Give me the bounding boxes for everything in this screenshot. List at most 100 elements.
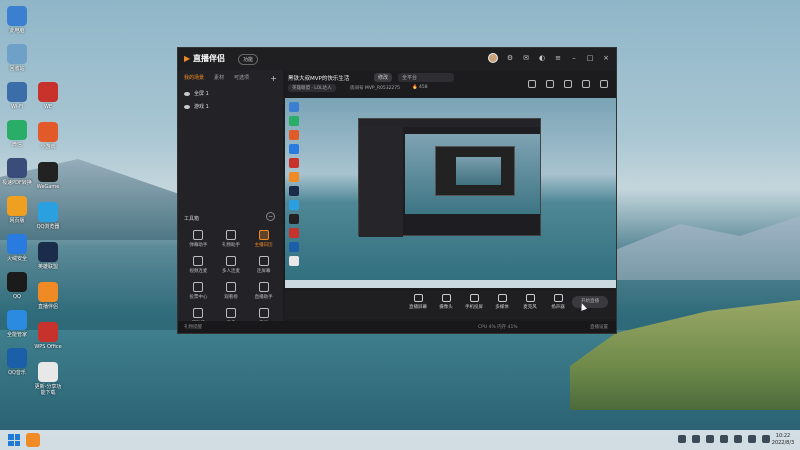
status-perf: CPU 4% 内存 41% — [478, 325, 518, 330]
control-camera[interactable]: 摄像头 — [434, 294, 458, 310]
menu-icon[interactable]: ≡ — [554, 54, 562, 62]
wifi-icon — [7, 82, 27, 102]
control-speaker[interactable]: 扬声器 — [546, 294, 570, 310]
collapse-icon[interactable]: − — [266, 212, 275, 221]
tool-item[interactable]: 观看榜 — [215, 282, 248, 300]
platform-select[interactable]: 全平台 — [398, 73, 454, 82]
chat-icon[interactable] — [564, 80, 572, 88]
tool-icon — [225, 308, 236, 318]
eye-icon[interactable] — [184, 104, 190, 109]
desktop-icon-label: 极速PDF转换 — [2, 180, 32, 186]
feature-pill[interactable]: 功能 — [238, 54, 259, 65]
maximize-icon[interactable]: □ — [586, 54, 594, 62]
tab-options[interactable]: 可选项 — [234, 74, 249, 83]
eye-icon[interactable] — [184, 91, 190, 96]
desktop-icon[interactable]: 网页版 — [2, 196, 32, 224]
lol-icon — [38, 242, 58, 262]
wps-icon — [38, 322, 58, 342]
tools-title: 工具箱 — [184, 216, 200, 222]
desktop-icon[interactable]: 极速PDF转换 — [2, 158, 32, 186]
desktop-icon[interactable]: 全能管家 — [2, 310, 32, 338]
desktop-icon[interactable]: 直播伴侣 — [33, 282, 63, 310]
desktop-icon[interactable]: QQ — [2, 272, 32, 300]
tool-item[interactable]: 投票中心 — [182, 282, 215, 300]
screen-icon — [413, 294, 423, 302]
desktop-icon[interactable]: WeGame — [33, 162, 63, 190]
volume-icon[interactable] — [748, 435, 756, 443]
close-icon[interactable]: × — [602, 54, 610, 62]
tool-item[interactable]: 主播日历 — [247, 230, 280, 248]
mic-icon — [525, 294, 535, 302]
add-icon[interactable]: + — [270, 74, 277, 83]
cloud-icon[interactable] — [720, 435, 728, 443]
desktop-icon-label: 英雄联盟 — [37, 264, 58, 270]
message-icon[interactable]: ✉ — [522, 54, 530, 62]
shield-icon[interactable] — [706, 435, 714, 443]
desktop-icon-label: 回收站 — [9, 66, 25, 72]
tab-materials[interactable]: 素材 — [214, 74, 224, 83]
wallpaper-hills-right — [600, 216, 800, 280]
tool-item[interactable]: 礼物助手 — [215, 230, 248, 248]
scene-item[interactable]: 游戏 1 — [178, 100, 283, 113]
desktop-icon[interactable]: 火绒安全 — [2, 234, 32, 262]
tool-item[interactable]: 视频连麦 — [182, 256, 215, 274]
battery-icon[interactable] — [762, 435, 770, 443]
control-mic[interactable]: 麦克风 — [518, 294, 542, 310]
desktop-icon[interactable]: QQ音乐 — [2, 348, 32, 376]
tool-item[interactable]: 直播助手 — [247, 282, 280, 300]
desktop-icon[interactable]: 回收站 — [2, 44, 32, 72]
status-right[interactable]: 直播设置 — [590, 324, 608, 330]
tool-icon — [193, 282, 204, 292]
desktop-icon[interactable]: 英雄联盟 — [33, 242, 63, 270]
avatar[interactable] — [488, 53, 498, 63]
tool-item[interactable]: 多人连麦 — [215, 256, 248, 274]
category-badge[interactable]: 英雄联盟 · LOL达人 — [288, 84, 336, 92]
taskbar-live-app[interactable] — [26, 433, 40, 447]
desktop-icon[interactable]: QQ浏览器 — [33, 202, 63, 230]
desktop-icon-label: WeGame — [36, 184, 60, 190]
live-companion-window[interactable]: ▶ 直播伴侣 功能 ⚙ ✉ ◐ ≡ – □ × 我的场景 素材 可选项 + 全屏… — [177, 47, 617, 334]
edit-title-button[interactable]: 修改 — [374, 73, 393, 82]
desktop-icon[interactable]: 此电脑 — [2, 6, 32, 34]
desktop-icon-label: QQ — [13, 294, 21, 300]
wifi-icon[interactable] — [734, 435, 742, 443]
room-number: 房间号 MVP_R0532275 — [350, 86, 401, 91]
desktop-icon-label: 更新-分享功能下载 — [34, 384, 62, 396]
preview-taskbar — [285, 280, 616, 288]
start-button[interactable] — [8, 434, 20, 446]
phone-cast-icon — [469, 294, 479, 302]
control-bar: 直播屏幕 摄像头 手机投屏 多媒体 麦克风 扬声器 开始直播 — [285, 291, 616, 319]
start-live-button[interactable]: 开始直播 — [572, 296, 608, 308]
bell-icon[interactable] — [582, 80, 590, 88]
control-media[interactable]: 多媒体 — [490, 294, 514, 310]
tool-icon — [225, 256, 236, 266]
gift-icon[interactable] — [528, 80, 536, 88]
scene-item[interactable]: 全屏 1 — [178, 87, 283, 100]
desktop-icon[interactable]: 更新-分享功能下载 — [33, 362, 63, 396]
tab-scenes[interactable]: 我的场景 — [184, 74, 204, 83]
desktop-icon[interactable]: Wi-Fi — [2, 82, 32, 110]
bluetooth-icon[interactable] — [692, 435, 700, 443]
stream-preview[interactable] — [285, 98, 616, 288]
title-bar[interactable]: ▶ 直播伴侣 功能 ⚙ ✉ ◐ ≡ – □ × — [178, 48, 616, 70]
minimize-icon[interactable]: – — [570, 54, 578, 62]
desktop-icon[interactable]: 微信 — [2, 120, 32, 148]
desktop-icon[interactable]: WPS Office — [33, 322, 63, 350]
lock-icon[interactable] — [546, 80, 554, 88]
chevron-up-icon[interactable] — [678, 435, 686, 443]
wegame-icon — [38, 162, 58, 182]
share-icon[interactable] — [600, 80, 608, 88]
qq-icon — [7, 272, 27, 292]
status-left[interactable]: 礼物提醒 — [184, 324, 202, 330]
clock[interactable]: 10:22 2022/8/3 — [770, 433, 796, 447]
control-screen[interactable]: 直播屏幕 — [406, 294, 430, 310]
tool-item[interactable]: 连屏幕 — [247, 256, 280, 274]
desktop-icon[interactable]: 小游戏 — [33, 122, 63, 150]
nested-preview-window — [358, 118, 541, 237]
control-phone-cast[interactable]: 手机投屏 — [462, 294, 486, 310]
skin-icon[interactable]: ◐ — [538, 54, 546, 62]
desktop-icon[interactable]: WE — [33, 82, 63, 110]
tool-item[interactable]: 弹幕助手 — [182, 230, 215, 248]
settings-icon[interactable]: ⚙ — [506, 54, 514, 62]
desktop-icon-label: 此电脑 — [9, 28, 25, 34]
